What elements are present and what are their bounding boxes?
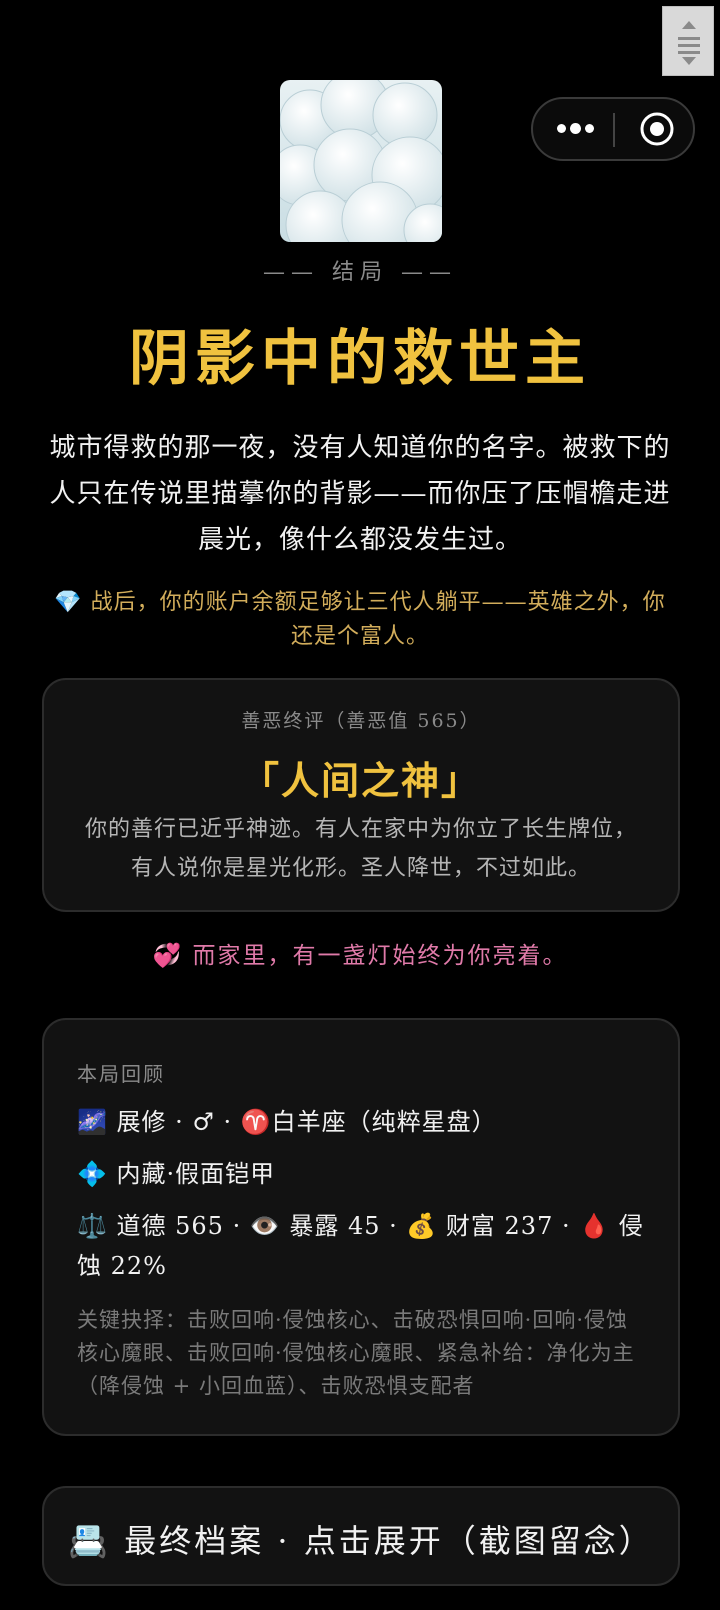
target-circle-icon[interactable] [639,111,675,147]
final-archive-label: 📇 最终档案 · 点击展开（截图留念） [68,1522,654,1560]
grip-line [678,44,700,47]
character-identity: 🌌 展修 · ♂ · ♈白羊座（纯粹星盘） [77,1108,497,1136]
more-dots-icon[interactable] [553,99,613,159]
verdict-label: 善恶终评（善恶值 565） [241,710,481,732]
verdict-card: 善恶终评（善恶值 565） 「人间之神」 你的善行已近乎神迹。有人在家中为你立了… [42,678,680,912]
wealth-note: 💎 战后，你的账户余额足够让三代人躺平——英雄之外，你还是个富人。 [54,590,666,649]
capsule-divider [613,113,615,147]
review-card: 本局回顾 🌌 展修 · ♂ · ♈白羊座（纯粹星盘） 💠 内藏·假面铠甲 ⚖️ … [42,1018,680,1436]
ending-illustration [280,80,442,242]
ending-tag: —— 结局 —— [263,260,457,285]
scroll-up-icon [682,21,696,29]
verdict-title: 「人间之神」 [240,758,481,803]
character-talent: 💠 内藏·假面铠甲 [77,1160,276,1188]
grip-line [678,37,700,40]
final-archive-button[interactable]: 📇 最终档案 · 点击展开（截图留念） [42,1486,680,1586]
scroll-handle[interactable] [662,6,714,76]
character-stats: ⚖️ 道德 565 · 👁️ 暴露 45 · 💰 财富 237 · 🩸 侵蚀 2… [77,1212,644,1280]
miniprogram-capsule [531,97,695,161]
scroll-down-icon [682,57,696,65]
ending-title: 阴影中的救世主 [129,324,591,394]
verdict-description: 你的善行已近乎神迹。有人在家中为你立了长生牌位，有人说你是星光化形。圣人降世，不… [84,817,637,881]
family-note: 💞 而家里，有一盏灯始终为你亮着。 [152,943,568,969]
grip-line [678,51,700,54]
key-choices: 关键抉择：击败回响·侵蚀核心、击破恐惧回响·回响·侵蚀核心魔眼、击败回响·侵蚀核… [77,1308,635,1398]
ending-narrative: 城市得救的那一夜，没有人知道你的名字。被救下的人只在传说里描摹你的背影——而你压… [49,433,671,555]
review-label: 本局回顾 [77,1062,165,1086]
